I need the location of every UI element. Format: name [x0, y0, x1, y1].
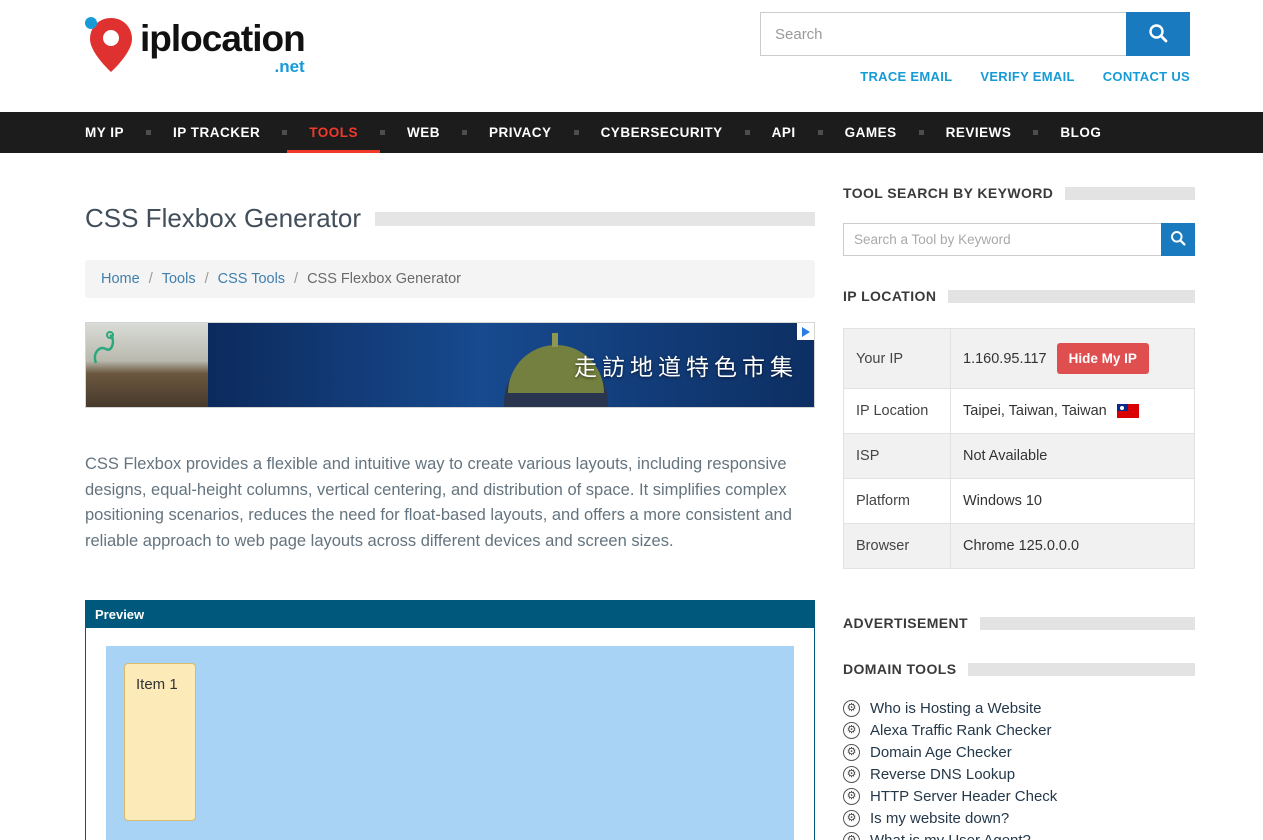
heading-decoration-bar [948, 290, 1195, 303]
taiwan-flag-icon [1117, 404, 1139, 418]
logo-pin-icon [80, 12, 138, 78]
header-search-button[interactable] [1126, 12, 1190, 56]
gear-icon: ⚙ [843, 766, 860, 783]
contact-us-link[interactable]: CONTACT US [1103, 69, 1190, 84]
row-label: ISP [844, 434, 951, 479]
adchoices-icon[interactable] [797, 323, 814, 340]
nav-item-web[interactable]: WEB [385, 112, 462, 153]
breadcrumb-home[interactable]: Home [101, 271, 140, 287]
browser-value: Chrome 125.0.0.0 [951, 524, 1195, 569]
flexbox-preview-item[interactable]: Item 1 [124, 663, 196, 821]
breadcrumb-tools[interactable]: Tools [162, 271, 196, 287]
verify-email-link[interactable]: VERIFY EMAIL [980, 69, 1074, 84]
main-content: CSS Flexbox Generator Home / Tools / CSS… [85, 153, 815, 840]
preview-panel: Preview Item 1 [85, 600, 815, 840]
trace-email-link[interactable]: TRACE EMAIL [860, 69, 952, 84]
gear-icon: ⚙ [843, 744, 860, 761]
logo-text: iplocation [140, 18, 305, 59]
nav-item-my-ip[interactable]: MY IP [85, 112, 146, 153]
row-label: Browser [844, 524, 951, 569]
ip-location-table: Your IP 1.160.95.117 Hide My IP IP Locat… [843, 328, 1195, 569]
nav-item-api[interactable]: API [750, 112, 818, 153]
heading-decoration-bar [980, 617, 1195, 630]
isp-value: Not Available [951, 434, 1195, 479]
logo-tld: .net [140, 58, 305, 75]
row-label: IP Location [844, 389, 951, 434]
table-row: IP Location Taipei, Taiwan, Taiwan [844, 389, 1195, 434]
table-row: Browser Chrome 125.0.0.0 [844, 524, 1195, 569]
nav-item-privacy[interactable]: PRIVACY [467, 112, 574, 153]
advertisement-heading: ADVERTISEMENT [843, 615, 968, 631]
list-item-domain-age[interactable]: ⚙ Domain Age Checker [843, 741, 1195, 763]
main-nav: MY IP IP TRACKER TOOLS WEB PRIVACY CYBER… [0, 112, 1263, 153]
breadcrumb-current: CSS Flexbox Generator [307, 271, 461, 287]
breadcrumb: Home / Tools / CSS Tools / CSS Flexbox G… [85, 260, 815, 298]
tool-search-heading: TOOL SEARCH BY KEYWORD [843, 185, 1053, 201]
flexbox-preview-container: Item 1 [106, 646, 794, 840]
heading-decoration-bar [968, 663, 1195, 676]
nav-item-blog[interactable]: BLOG [1038, 112, 1123, 153]
header-links: TRACE EMAIL VERIFY EMAIL CONTACT US [760, 69, 1190, 84]
row-label: Platform [844, 479, 951, 524]
search-icon [1148, 23, 1168, 46]
list-item-website-down[interactable]: ⚙ Is my website down? [843, 807, 1195, 829]
header-search [760, 12, 1190, 56]
gear-icon: ⚙ [843, 832, 860, 840]
nav-item-reviews[interactable]: REVIEWS [924, 112, 1034, 153]
nav-item-ip-tracker[interactable]: IP TRACKER [151, 112, 282, 153]
row-label: Your IP [844, 329, 951, 389]
top-header: iplocation .net TRACE EMAIL VERIFY EMAIL… [0, 0, 1263, 112]
nav-item-cybersecurity[interactable]: CYBERSECURITY [579, 112, 745, 153]
site-logo[interactable]: iplocation .net [80, 12, 305, 78]
header-search-input[interactable] [760, 12, 1126, 56]
preview-panel-header: Preview [86, 601, 814, 628]
page-title: CSS Flexbox Generator [85, 203, 361, 234]
hide-my-ip-button[interactable]: Hide My IP [1057, 343, 1149, 374]
domain-tools-heading: DOMAIN TOOLS [843, 661, 956, 677]
domain-tools-list: ⚙ Who is Hosting a Website ⚙ Alexa Traff… [843, 697, 1195, 840]
table-row: Platform Windows 10 [844, 479, 1195, 524]
gear-icon: ⚙ [843, 810, 860, 827]
tool-search-input[interactable] [843, 223, 1161, 256]
tool-search-button[interactable] [1161, 223, 1195, 256]
ad-overlay-text: 走訪地道特色市集 [574, 348, 798, 382]
ad-banner[interactable]: 走訪地道特色市集 [85, 322, 815, 408]
table-row: Your IP 1.160.95.117 Hide My IP [844, 329, 1195, 389]
ad-right-image: 走訪地道特色市集 [208, 323, 814, 407]
list-item-alexa-rank[interactable]: ⚙ Alexa Traffic Rank Checker [843, 719, 1195, 741]
list-item-user-agent[interactable]: ⚙ What is my User Agent? [843, 829, 1195, 840]
ad-left-image [86, 323, 208, 407]
table-row: ISP Not Available [844, 434, 1195, 479]
ip-location-heading: IP LOCATION [843, 288, 936, 304]
heading-decoration-bar [1065, 187, 1195, 200]
gear-icon: ⚙ [843, 700, 860, 717]
breadcrumb-css-tools[interactable]: CSS Tools [218, 271, 285, 287]
ip-location-value: Taipei, Taiwan, Taiwan [963, 403, 1107, 419]
gear-icon: ⚙ [843, 788, 860, 805]
list-item-http-header[interactable]: ⚙ HTTP Server Header Check [843, 785, 1195, 807]
title-decoration-bar [375, 212, 815, 226]
search-icon [1170, 230, 1186, 249]
your-ip-value: 1.160.95.117 [963, 351, 1047, 367]
platform-value: Windows 10 [951, 479, 1195, 524]
list-item-reverse-dns[interactable]: ⚙ Reverse DNS Lookup [843, 763, 1195, 785]
page-description: CSS Flexbox provides a flexible and intu… [85, 452, 815, 554]
tool-search [843, 223, 1195, 256]
list-item-who-is-hosting[interactable]: ⚙ Who is Hosting a Website [843, 697, 1195, 719]
nav-item-games[interactable]: GAMES [823, 112, 919, 153]
nav-item-tools[interactable]: TOOLS [287, 112, 380, 153]
gear-icon: ⚙ [843, 722, 860, 739]
sidebar: TOOL SEARCH BY KEYWORD IP LOCATION [843, 153, 1195, 840]
